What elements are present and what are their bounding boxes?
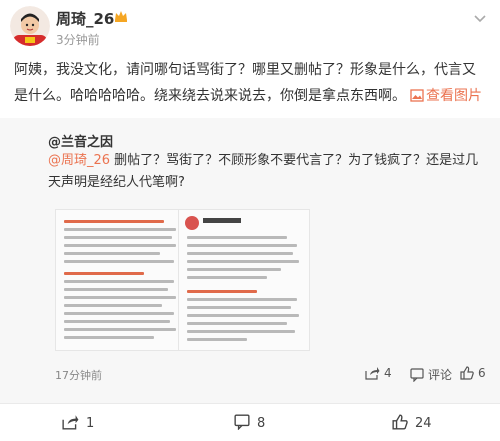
- post-timestamp: 3分钟前: [56, 33, 100, 47]
- post-body: 阿姨，我没文化，请问哪句话骂街了？哪里又删帖了？形象是什么，代言又是什么。哈哈哈…: [14, 57, 488, 109]
- comment-icon: [410, 368, 424, 383]
- repost-timestamp: 17分钟前: [55, 369, 102, 382]
- action-bar: 1 8 24: [0, 403, 500, 441]
- like-count: 24: [415, 416, 432, 431]
- repost-like-button[interactable]: 6: [460, 366, 486, 380]
- comment-icon: [234, 414, 250, 431]
- comment-button[interactable]: 8: [234, 414, 265, 431]
- image-icon: [410, 89, 424, 102]
- like-button[interactable]: 24: [392, 414, 432, 431]
- chevron-down-icon[interactable]: [473, 14, 487, 24]
- post-text: 阿姨，我没文化，请问哪句话骂街了？哪里又删帖了？形象是什么，代言又是什么。哈哈哈…: [14, 62, 476, 104]
- share-icon: [365, 367, 380, 380]
- mini-avatar: [185, 216, 199, 230]
- share-icon: [62, 415, 79, 430]
- repost-share-button[interactable]: 4: [365, 366, 392, 380]
- username[interactable]: 周琦_26: [56, 8, 114, 29]
- comment-count: 8: [257, 416, 266, 431]
- share-button[interactable]: 1: [62, 414, 94, 431]
- crown-icon: [115, 11, 127, 22]
- repost-text: @周琦_26 删帖了？骂街了？不顾形象不要代言了？为了钱疯了？还是过几天声明是经…: [48, 150, 488, 194]
- view-image-link[interactable]: 查看图片: [410, 88, 482, 104]
- weibo-post: 周琦_26 3分钟前 阿姨，我没文化，请问哪句话骂街了？哪里又删帖了？形象是什么…: [0, 0, 500, 112]
- mention-link[interactable]: @周琦_26: [48, 153, 110, 168]
- like-icon: [460, 366, 474, 380]
- repost-image-1[interactable]: [55, 209, 187, 351]
- reposted-weibo[interactable]: @兰音之因 @周琦_26 删帖了？骂街了？不顾形象不要代言了？为了钱疯了？还是过…: [0, 118, 500, 403]
- repost-body: 删帖了？骂街了？不顾形象不要代言了？为了钱疯了？还是过几天声明是经纪人代笔啊?: [48, 153, 479, 190]
- repost-share-count: 4: [384, 366, 392, 380]
- repost-author[interactable]: @兰音之因: [48, 131, 113, 150]
- share-count: 1: [86, 416, 95, 431]
- avatar[interactable]: [10, 6, 50, 46]
- repost-comment-label: 评论: [428, 368, 453, 382]
- mini-username: [203, 218, 241, 223]
- view-image-label: 查看图片: [426, 88, 482, 104]
- repost-image-2[interactable]: [178, 209, 310, 351]
- repost-comment-button[interactable]: 评论: [410, 366, 452, 383]
- like-icon: [392, 414, 408, 430]
- repost-like-count: 6: [478, 366, 486, 380]
